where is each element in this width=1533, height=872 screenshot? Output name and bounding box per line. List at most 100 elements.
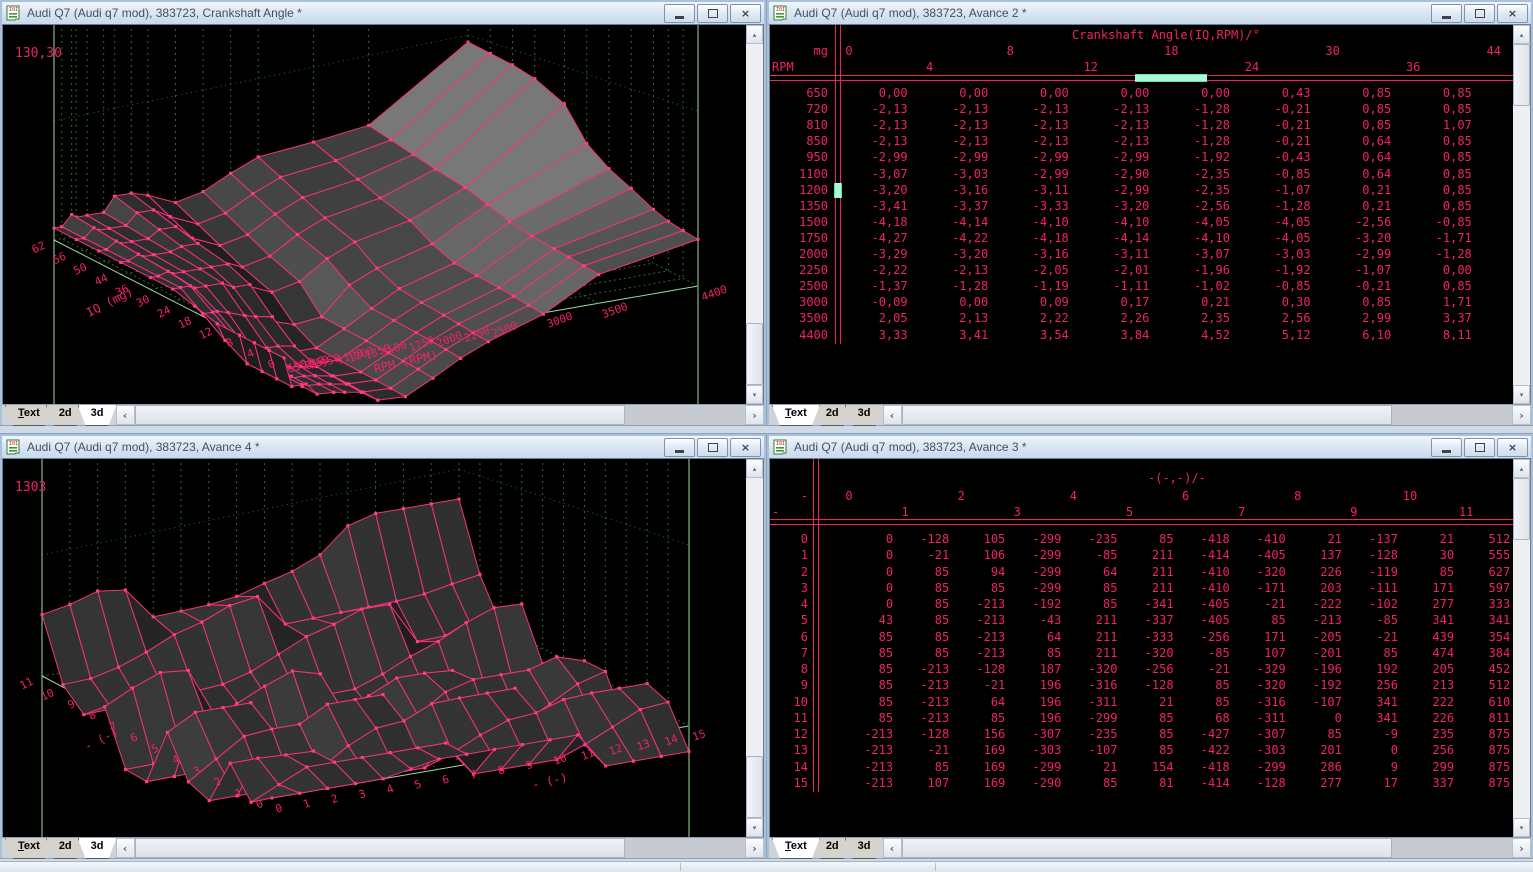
- table-cell[interactable]: 0,00: [994, 86, 1069, 100]
- minimize-button[interactable]: [1431, 438, 1462, 457]
- column-header[interactable]: 24: [1217, 60, 1287, 74]
- table-cell[interactable]: 85: [1180, 678, 1230, 692]
- table-cell[interactable]: 0,85: [1317, 295, 1392, 309]
- horizontal-scrollbar[interactable]: ‹ ›: [116, 405, 765, 425]
- scroll-right-button[interactable]: ›: [1512, 405, 1531, 425]
- row-header[interactable]: 1500: [770, 215, 828, 229]
- vertical-scrollbar[interactable]: ▴ ▾: [1513, 25, 1530, 404]
- row-header[interactable]: 2250: [770, 263, 828, 277]
- table-cell[interactable]: -21: [955, 678, 1005, 692]
- row-header[interactable]: 2000: [770, 247, 828, 261]
- table-cell[interactable]: -320: [1236, 565, 1286, 579]
- table-cell[interactable]: 64: [955, 695, 1005, 709]
- table-cell[interactable]: -2,05: [994, 263, 1069, 277]
- table-cell[interactable]: 256: [1348, 678, 1398, 692]
- horizontal-scrollbar[interactable]: ‹ ›: [883, 405, 1532, 425]
- table-cell[interactable]: 211: [1067, 630, 1117, 644]
- tab-text[interactable]: Text: [5, 838, 53, 859]
- table-cell[interactable]: -1,19: [994, 279, 1069, 293]
- table-cell[interactable]: -2,90: [1075, 167, 1150, 181]
- table-cell[interactable]: 0,30: [1236, 295, 1311, 309]
- row-header[interactable]: 1350: [770, 199, 828, 213]
- table-cell[interactable]: -303: [1011, 743, 1061, 757]
- tab-2d[interactable]: 2d: [46, 405, 85, 426]
- column-header[interactable]: 12: [1056, 60, 1126, 74]
- table-cell[interactable]: 85: [1067, 581, 1117, 595]
- minimize-button[interactable]: [664, 4, 695, 23]
- table-cell[interactable]: 205: [1404, 662, 1454, 676]
- horizontal-scroll-track[interactable]: [902, 838, 1513, 858]
- titlebar[interactable]: I0I Audi Q7 (Audi q7 mod), 383723, Avanc…: [769, 2, 1531, 24]
- tab-text[interactable]: Text: [772, 838, 820, 859]
- tab-3d[interactable]: 3d: [78, 838, 117, 859]
- row-header[interactable]: 5: [770, 613, 808, 627]
- table-cell[interactable]: -4,10: [994, 215, 1069, 229]
- table-cell[interactable]: 0,00: [833, 86, 908, 100]
- table-cell[interactable]: -107: [1292, 695, 1342, 709]
- table-cell[interactable]: -3,16: [994, 247, 1069, 261]
- row-header[interactable]: 1: [770, 548, 808, 562]
- table-cell[interactable]: -85: [1067, 548, 1117, 562]
- row-header[interactable]: 1100: [770, 167, 828, 181]
- table-cell[interactable]: -21: [899, 743, 949, 757]
- table-cell[interactable]: 106: [955, 548, 1005, 562]
- table-cell[interactable]: 0,85: [1397, 102, 1472, 116]
- table-cell[interactable]: 277: [1404, 597, 1454, 611]
- table-cell[interactable]: 226: [1404, 711, 1454, 725]
- minimize-button[interactable]: [664, 438, 695, 457]
- table-cell[interactable]: -171: [1236, 581, 1286, 595]
- table-cell[interactable]: -4,05: [1155, 215, 1230, 229]
- scroll-down-button[interactable]: ▾: [1513, 385, 1530, 404]
- column-header[interactable]: 44: [1459, 44, 1513, 58]
- table-cell[interactable]: -213: [955, 646, 1005, 660]
- table-cell[interactable]: 21: [1404, 532, 1454, 546]
- table-cell[interactable]: 30: [1404, 548, 1454, 562]
- row-header[interactable]: 13: [770, 743, 808, 757]
- table-cell[interactable]: 452: [1460, 662, 1510, 676]
- close-button[interactable]: ×: [730, 438, 761, 457]
- table-cell[interactable]: 192: [1348, 662, 1398, 676]
- titlebar[interactable]: I0I Audi Q7 (Audi q7 mod), 383723, Crank…: [2, 2, 764, 24]
- table-cell[interactable]: 0: [1292, 711, 1342, 725]
- table-cell[interactable]: -2,99: [833, 150, 908, 164]
- table-cell[interactable]: -299: [1011, 565, 1061, 579]
- vertical-scroll-track[interactable]: [746, 478, 763, 818]
- table-cell[interactable]: 333: [1460, 597, 1510, 611]
- table-cell[interactable]: -192: [1292, 678, 1342, 692]
- table-cell[interactable]: 1,07: [1397, 118, 1472, 132]
- table-cell[interactable]: -2,35: [1155, 167, 1230, 181]
- scroll-down-button[interactable]: ▾: [746, 818, 763, 837]
- table-cell[interactable]: 21: [1067, 760, 1117, 774]
- horizontal-scrollbar[interactable]: ‹ ›: [116, 838, 765, 858]
- table-cell[interactable]: 85: [843, 662, 893, 676]
- vertical-scroll-thumb[interactable]: [746, 756, 763, 818]
- table-cell[interactable]: -2,13: [914, 118, 989, 132]
- surface-3d-view[interactable]: 6507208108509501100120013501500175020002…: [3, 25, 746, 404]
- tab-2d[interactable]: 2d: [813, 405, 852, 426]
- vertical-scrollbar[interactable]: ▴ ▾: [746, 459, 763, 837]
- table-cell[interactable]: 107: [899, 776, 949, 790]
- column-header[interactable]: 5: [1095, 505, 1165, 519]
- table-cell[interactable]: 0,85: [1397, 134, 1472, 148]
- column-header[interactable]: 36: [1378, 60, 1448, 74]
- table-cell[interactable]: 2,22: [994, 311, 1069, 325]
- table-cell[interactable]: -128: [1236, 776, 1286, 790]
- row-header[interactable]: 3500: [770, 311, 828, 325]
- scroll-up-button[interactable]: ▴: [1513, 459, 1530, 478]
- table-cell[interactable]: -222: [1292, 597, 1342, 611]
- table-cell[interactable]: 337: [1404, 776, 1454, 790]
- tab-3d[interactable]: 3d: [78, 405, 117, 426]
- table-cell[interactable]: 2,35: [1155, 311, 1230, 325]
- table-cell[interactable]: -4,18: [833, 215, 908, 229]
- table-cell[interactable]: 196: [1011, 695, 1061, 709]
- column-header[interactable]: 3: [982, 505, 1052, 519]
- titlebar[interactable]: I0I Audi Q7 (Audi q7 mod), 383723, Avanc…: [2, 436, 764, 458]
- table-cell[interactable]: -213: [1292, 613, 1342, 627]
- column-header[interactable]: 0: [814, 44, 884, 58]
- table-cell[interactable]: -2,56: [1155, 199, 1230, 213]
- table-cell[interactable]: -2,99: [1075, 150, 1150, 164]
- table-cell[interactable]: -85: [1348, 613, 1398, 627]
- table-cell[interactable]: 211: [1124, 565, 1174, 579]
- table-cell[interactable]: 85: [1404, 565, 1454, 579]
- row-header[interactable]: 12: [770, 727, 808, 741]
